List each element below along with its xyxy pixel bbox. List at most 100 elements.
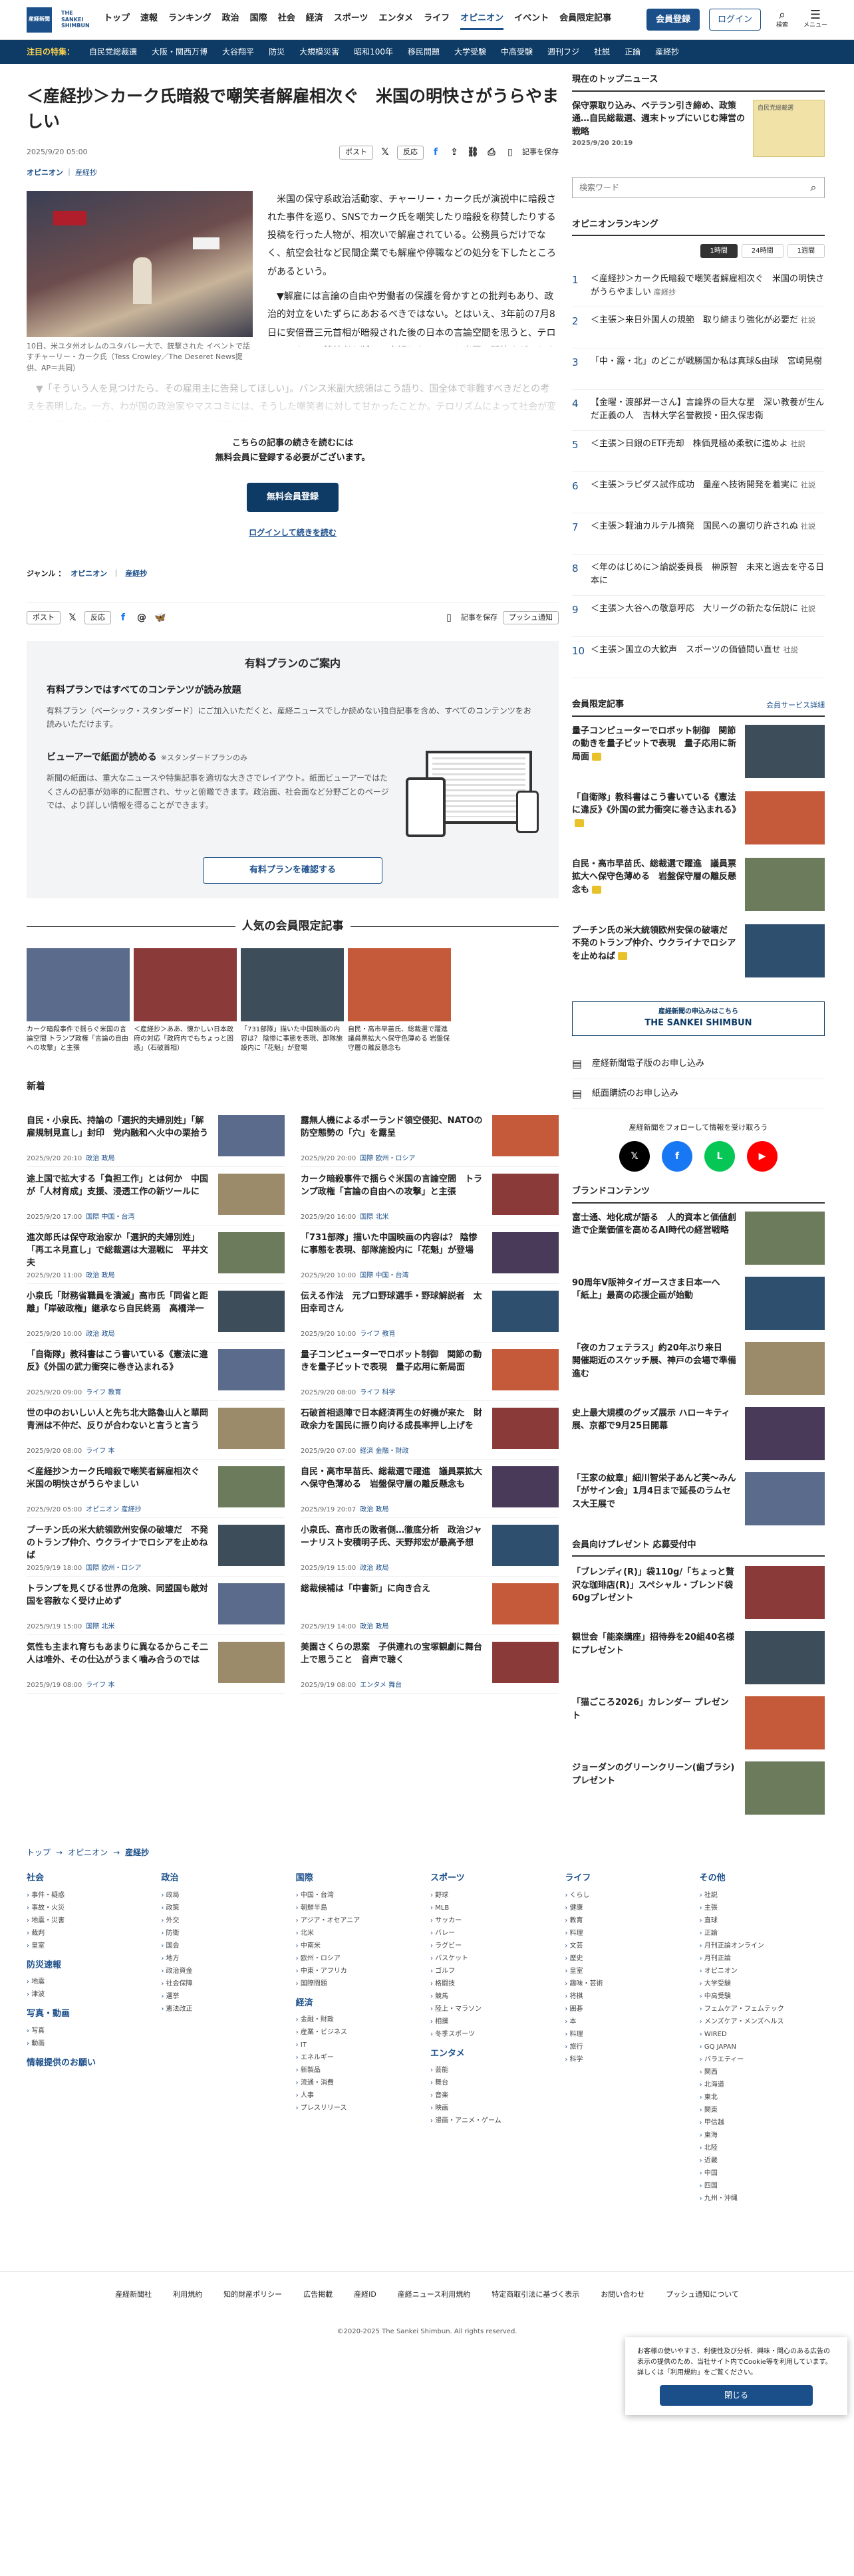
line-icon[interactable]: L [704,1141,735,1172]
ranking-item[interactable]: 1 ＜産経抄＞カーク氏暗殺で嘲笑者解雇相次ぐ 米国の明快さがうらやましい 産経抄 [572,266,825,307]
topic-link[interactable]: 大谷翔平 [222,46,254,58]
sitemap-link[interactable]: プレスリリース [296,2102,424,2115]
brand-content[interactable]: 史上最大規模のグッズ展示 ハローキティ展、京都で9月25日開幕 [572,1406,825,1460]
news-item[interactable]: 進次郎氏は保守政治家か「選択的夫婦別姓」「再エネ見直し」で総裁選は大混戦に 平井… [27,1225,285,1285]
sankei-logo[interactable]: 産経 新聞 [27,7,52,33]
member-article[interactable]: 「自衛隊」教科書はこう書いている《憲法に違反》《外国の武力衝突に巻き込まれる》 [572,791,825,848]
sitemap-link[interactable]: 趣味・芸術 [565,1978,692,1990]
sitemap-link[interactable]: 写真 [27,2025,154,2037]
sitemap-link[interactable]: 関西 [700,2066,827,2079]
top-news-item[interactable]: 保守票取り込み、ベテラン引き締め、政策通…自民総裁選、週末トップにいじむ陣営の戦… [572,99,825,157]
ranking-item[interactable]: 5 ＜主張＞日銀のETF売却 株価見極め柔軟に進めよ 社説 [572,431,825,472]
sitemap-link[interactable]: 裁判 [27,1927,154,1940]
news-item[interactable]: ＜産経抄＞カーク氏暗殺で嘲笑者解雇相次ぐ 米国の明快さがうらやましい 2025/9… [27,1460,285,1519]
post-count[interactable]: ポスト [27,610,61,625]
sitemap-link[interactable]: バラエティー [700,2053,827,2066]
sitemap-link[interactable]: 政治資金 [161,1965,289,1978]
sitemap-heading[interactable]: 経済 [296,1997,424,2010]
bookmark-icon[interactable]: ▯ [503,146,517,160]
member-service-link[interactable]: 会員サービス詳細 [766,700,825,711]
sankei-subscribe-banner[interactable]: 産経新聞の申込みはこちら THE SANKEI SHIMBUN [572,1001,825,1036]
news-item[interactable]: トランプを見くびる世界の危険、同盟国も敵対国を容赦なく受け止めず 2025/9/1… [27,1577,285,1636]
sitemap-link[interactable]: 格闘技 [430,1978,558,1990]
facebook-icon[interactable]: f [662,1141,692,1172]
ranking-tab[interactable]: 1時間 [700,244,738,258]
sitemap-link[interactable]: 事件・疑惑 [27,1889,154,1902]
popular-article-card[interactable]: カーク暗殺事件で揺らぐ米国の言論空間 トランプ政権「言論の自由への攻撃」と主張 [27,948,130,1053]
sitemap-link[interactable]: サッカー [430,1914,558,1927]
login-to-read-link[interactable]: ログインして続きを読む [249,528,337,537]
present-item[interactable]: 「猫ごころ2026」カレンダー プレゼント [572,1696,825,1749]
register-button[interactable]: 会員登録 [646,8,700,31]
sitemap-link[interactable]: アジア・オセアニア [296,1914,424,1927]
brand-content[interactable]: 「王家の紋章」細川智栄子あんど芙〜みん「がサイン会」1月4日まで延長のラムセス大… [572,1472,825,1525]
sitemap-link[interactable]: 漫画・アニメ・ゲーム [430,2115,558,2127]
brand-content[interactable]: 「夜のカフェテラス」約20年ぶり来日 開催期近のスケッチ展、神戸の会場で準備進む [572,1341,825,1395]
sitemap-heading[interactable]: 情報提供のお願い [27,2057,154,2070]
topic-link[interactable]: 防災 [269,46,285,58]
brand-content[interactable]: 富士通、地化成が語る 人的資本と価値創造で企業価値を高めるAI時代の経営戦略 [572,1211,825,1265]
sitemap-link[interactable]: オピニオン [700,1965,827,1978]
check-plan-button[interactable]: 有料プランを確認する [203,857,382,884]
sitemap-link[interactable]: 本 [565,2015,692,2028]
brand-content[interactable]: 90周年V阪神タイガースさま日本一へ「紙上」最高の応援企画が始動 [572,1276,825,1330]
sitemap-link[interactable]: 人事 [296,2089,424,2102]
sitemap-link[interactable]: MLB [430,1902,558,1914]
sitemap-link[interactable]: GQ JAPAN [700,2041,827,2053]
genre-link[interactable]: オピニオン [71,569,107,580]
sitemap-link[interactable]: 動画 [27,2037,154,2050]
footer-link[interactable]: お問い合わせ [601,2289,644,2301]
sitemap-link[interactable]: 地震・災害 [27,1914,154,1927]
article-category[interactable]: オピニオン ｜ 産経抄 [27,168,559,179]
nav-item[interactable]: 経済 [306,9,323,30]
sitemap-link[interactable]: 将棋 [565,1990,692,2003]
footer-link[interactable]: 産経ニュース利用規約 [398,2289,470,2301]
share-icon[interactable]: ⇪ [448,146,461,160]
sitemap-link[interactable]: 甲信越 [700,2117,827,2129]
sitemap-link[interactable]: 社会保障 [161,1978,289,1990]
footer-link[interactable]: 産経新聞社 [115,2289,152,2301]
sitemap-link[interactable]: 中南米 [296,1940,424,1952]
sitemap-link[interactable]: 野球 [430,1889,558,1902]
sitemap-link[interactable]: バスケット [430,1952,558,1965]
sitemap-heading[interactable]: スポーツ [430,1872,558,1885]
sitemap-link[interactable]: 事故・火災 [27,1902,154,1914]
genre-sub-link[interactable]: 産経抄 [125,569,147,580]
sitemap-link[interactable]: 健康 [565,1902,692,1914]
service-link[interactable]: ▤ 産経新聞電子版のお申し込み [572,1049,825,1079]
news-item[interactable]: 自民・小泉氏、持論の「選択的夫婦別姓」「解雇規制見直し」封印 党内融和へ火中の栗… [27,1108,285,1168]
footer-link[interactable]: 広告掲載 [303,2289,333,2301]
cookie-close-button[interactable]: 閉じる [660,2385,813,2406]
threads-icon[interactable]: @ [135,611,148,625]
sitemap-link[interactable]: 欧州・ロシア [296,1952,424,1965]
topic-link[interactable]: 大規模災害 [299,46,339,58]
sitemap-link[interactable]: 国会 [161,1940,289,1952]
sitemap-heading[interactable]: 写真・動画 [27,2007,154,2021]
topic-link[interactable]: 昭和100年 [354,46,393,58]
nav-item[interactable]: エンタメ [378,9,413,30]
sitemap-link[interactable]: 北米 [296,1927,424,1940]
sitemap-link[interactable]: 社説 [700,1889,827,1902]
sitemap-link[interactable]: フェムケア・フェムテック [700,2003,827,2015]
push-notification-button[interactable]: プッシュ通知 [503,610,559,625]
ranking-tab[interactable]: 24時間 [741,244,783,258]
sitemap-link[interactable]: 東海 [700,2129,827,2142]
news-item[interactable]: 「自衛隊」教科書はこう書いている《憲法に違反》《外国の武力衝突に巻き込まれる》 2… [27,1343,285,1402]
sitemap-link[interactable]: 中高受験 [700,1990,827,2003]
sitemap-link[interactable]: 朝鮮半島 [296,1902,424,1914]
x-icon[interactable]: 𝕏 [378,146,392,160]
topic-link[interactable]: 大阪・関西万博 [152,46,208,58]
service-link[interactable]: ▤ 紙面購読のお申し込み [572,1079,825,1109]
sitemap-link[interactable]: 皇室 [27,1940,154,1952]
popular-article-card[interactable]: 自民・高市早苗氏、総裁選で躍進 議員票拡大へ保守色薄める 岩盤保守層の離反懸念も [348,948,451,1053]
news-item[interactable]: 石破首相退陣で日本経済再生の好機が来た 財政余力を国民に振り向ける成長率押し上げ… [301,1401,559,1460]
news-item[interactable]: 気性も主まれ育ちもあまりに異なるからこそ二人は唯外、その仕込がうまく噛み合うので… [27,1635,285,1694]
print-icon[interactable]: ⎙ [485,146,498,160]
sitemap-link[interactable]: 皇室 [565,1965,692,1978]
member-article[interactable]: 自民・高市早苗氏、総裁選で躍進 議員票拡大へ保守色薄める 岩盤保守層の離反懸念も [572,857,825,915]
sitemap-link[interactable]: 新製品 [296,2064,424,2077]
present-item[interactable]: ジョーダンのグリーンクリーン(歯ブラシ)プレゼント [572,1761,825,1815]
sitemap-link[interactable]: くらし [565,1889,692,1902]
nav-item[interactable]: 社会 [278,9,295,30]
x-icon[interactable]: 𝕏 [66,611,79,625]
